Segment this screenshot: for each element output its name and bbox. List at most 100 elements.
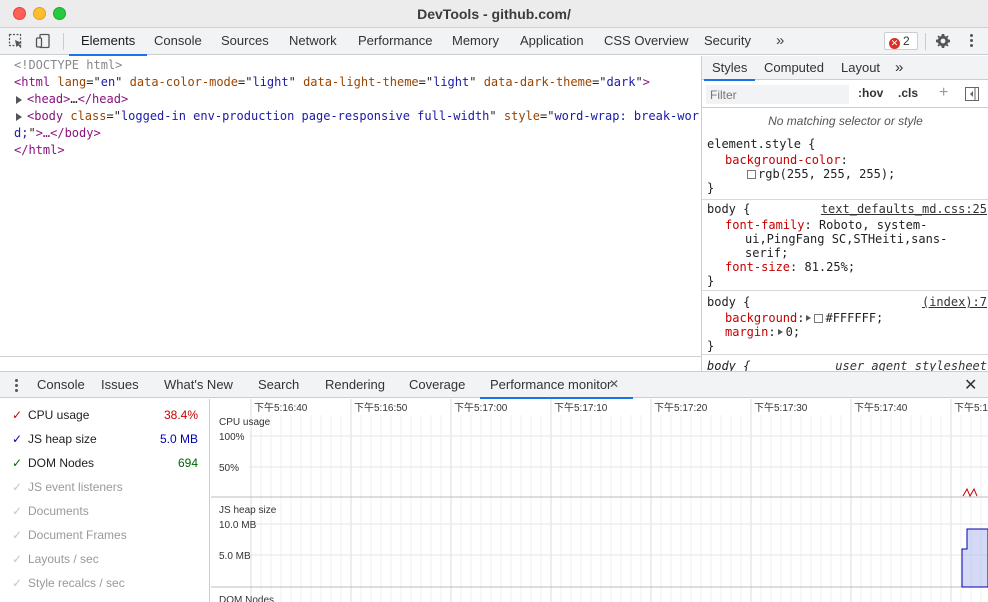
tab-css-overview[interactable]: CSS Overview	[604, 28, 689, 55]
drawer-tab-console[interactable]: Console	[37, 372, 85, 398]
attr-value: dark	[606, 75, 636, 89]
tab-computed[interactable]: Computed	[764, 56, 824, 80]
checkbox-unchecked-icon[interactable]: ✓	[12, 528, 22, 542]
close-drawer-icon[interactable]: ✕	[964, 375, 977, 395]
metric-row[interactable]: ✓ DOM Nodes 694	[0, 452, 210, 476]
error-count: 2	[903, 34, 910, 48]
color-swatch[interactable]	[814, 314, 824, 323]
body-node[interactable]: <body class="logged-in env-production pa…	[27, 108, 699, 125]
html-close-node[interactable]: </html>	[14, 142, 65, 159]
drawer-tab-search[interactable]: Search	[258, 372, 299, 398]
attr-value: d;	[14, 126, 29, 140]
body-close-tag: >…</body>	[35, 126, 101, 140]
rule-property[interactable]: margin: 0;	[725, 325, 800, 339]
toolbar-divider	[925, 33, 926, 50]
metric-row[interactable]: ✓ JS event listeners	[0, 476, 210, 500]
chart-panel-title: CPU usage	[219, 417, 271, 428]
metric-row[interactable]: ✓ Documents	[0, 500, 210, 524]
tab-elements[interactable]: Elements	[68, 28, 148, 56]
tab-performance[interactable]: Performance	[358, 28, 432, 55]
checkbox-checked-icon[interactable]: ✓	[12, 456, 22, 470]
rule-value[interactable]: rgb(255, 255, 255);	[747, 167, 895, 181]
drawer-tab-rendering[interactable]: Rendering	[325, 372, 385, 398]
drawer-tab-whats-new[interactable]: What's New	[164, 372, 233, 398]
expand-body-triangle-icon[interactable]	[16, 113, 22, 121]
close-tab-icon[interactable]: ✕	[609, 377, 619, 391]
metric-row[interactable]: ✓ Document Frames	[0, 524, 210, 548]
new-style-rule-icon[interactable]: +	[939, 84, 948, 102]
hov-toggle[interactable]: :hov	[858, 86, 883, 100]
metric-row[interactable]: ✓ Layouts / sec	[0, 548, 210, 572]
rule-property[interactable]: background-color:	[725, 153, 848, 167]
rule-close-brace: }	[707, 274, 715, 288]
tab-memory[interactable]: Memory	[452, 28, 499, 55]
metric-row[interactable]: ✓ JS heap size 5.0 MB	[0, 428, 210, 452]
checkbox-checked-icon[interactable]: ✓	[12, 408, 22, 422]
rule-divider	[702, 290, 988, 291]
error-count-badge[interactable]: ✕ 2	[884, 32, 918, 50]
checkbox-unchecked-icon[interactable]: ✓	[12, 504, 22, 518]
tab-console[interactable]: Console	[154, 28, 202, 55]
checkbox-unchecked-icon[interactable]: ✓	[12, 480, 22, 494]
tab-security[interactable]: Security	[704, 28, 751, 55]
checkbox-unchecked-icon[interactable]: ✓	[12, 576, 22, 590]
sidebar-tabs: Styles Computed Layout »	[702, 56, 988, 81]
element-style-rule: element.style { background-color: rgb(25…	[707, 137, 987, 197]
customize-menu-kebab-icon[interactable]	[970, 34, 974, 47]
drawer-tab-performance-monitor[interactable]: Performance monitor	[479, 372, 634, 399]
metric-label: CPU usage	[28, 408, 90, 422]
head-close-tag: </head>	[77, 92, 129, 106]
attr-value: logged-in env-production page-responsive…	[120, 109, 490, 123]
html-node[interactable]: <html lang="en" data-color-mode="light" …	[14, 74, 650, 91]
tab-network[interactable]: Network	[289, 28, 337, 55]
tab-sources[interactable]: Sources	[221, 28, 269, 55]
head-node[interactable]: <head>…</head>	[27, 91, 128, 108]
property-name: font-family	[725, 218, 805, 232]
property-value: 81.25%;	[804, 260, 856, 274]
rule-property[interactable]: font-family: Roboto, system-	[725, 218, 927, 232]
expand-shorthand-icon[interactable]	[777, 329, 783, 335]
settings-gear-icon[interactable]	[935, 33, 951, 49]
drawer-tab-issues[interactable]: Issues	[101, 372, 139, 398]
attr-name: data-dark-theme	[483, 75, 593, 89]
rule-source-link[interactable]: text_defaults_md.css:25	[821, 202, 987, 216]
checkbox-checked-icon[interactable]: ✓	[12, 432, 22, 446]
rule-property[interactable]: font-size: 81.25%;	[725, 260, 855, 274]
head-tag: <head>	[27, 92, 71, 106]
rule-selector[interactable]: body {	[707, 202, 750, 216]
y-tick-label: 50%	[219, 463, 239, 474]
styles-filter-input[interactable]	[706, 85, 849, 104]
body-node-wrap[interactable]: d;">…</body>	[14, 125, 101, 142]
tab-styles[interactable]: Styles	[703, 56, 756, 81]
toggle-computed-sidebar-icon[interactable]	[965, 87, 979, 101]
more-tabs-button[interactable]: »	[776, 28, 784, 53]
more-sidebar-tabs-button[interactable]: »	[895, 56, 903, 80]
color-swatch[interactable]	[747, 170, 756, 179]
metric-value: 5.0 MB	[159, 432, 198, 446]
rule-source-link[interactable]: (index):7	[922, 295, 987, 309]
rule-selector[interactable]: element.style {	[707, 137, 815, 151]
property-value: rgb(255, 255, 255);	[758, 167, 896, 181]
checkbox-unchecked-icon[interactable]: ✓	[12, 552, 22, 566]
property-value: Roboto, system-	[818, 218, 928, 232]
expand-head-triangle-icon[interactable]	[16, 96, 22, 104]
doctype-node[interactable]: <!DOCTYPE html>	[14, 57, 122, 74]
tab-application[interactable]: Application	[520, 28, 584, 55]
html-tag-close: >	[642, 75, 650, 89]
time-axis-label: 下午5:17:40	[854, 401, 908, 414]
rule-selector[interactable]: body {	[707, 359, 750, 371]
tab-layout[interactable]: Layout	[841, 56, 880, 80]
metric-row[interactable]: ✓ Style recalcs / sec	[0, 572, 210, 596]
drawer-menu-kebab-icon[interactable]	[15, 379, 18, 394]
attr-name: data-color-mode	[129, 75, 239, 89]
expand-shorthand-icon[interactable]	[806, 315, 812, 321]
device-toolbar-icon[interactable]	[35, 33, 51, 49]
drawer-tab-coverage[interactable]: Coverage	[409, 372, 465, 398]
cls-toggle[interactable]: .cls	[898, 86, 918, 100]
inspect-element-icon[interactable]	[8, 33, 24, 49]
metric-label: Style recalcs / sec	[28, 576, 125, 590]
metric-row[interactable]: ✓ CPU usage 38.4%	[0, 404, 210, 428]
rule-property[interactable]: background: #FFFFFF;	[725, 311, 883, 325]
rule-selector[interactable]: body {	[707, 295, 750, 309]
metric-label: Document Frames	[28, 528, 127, 542]
